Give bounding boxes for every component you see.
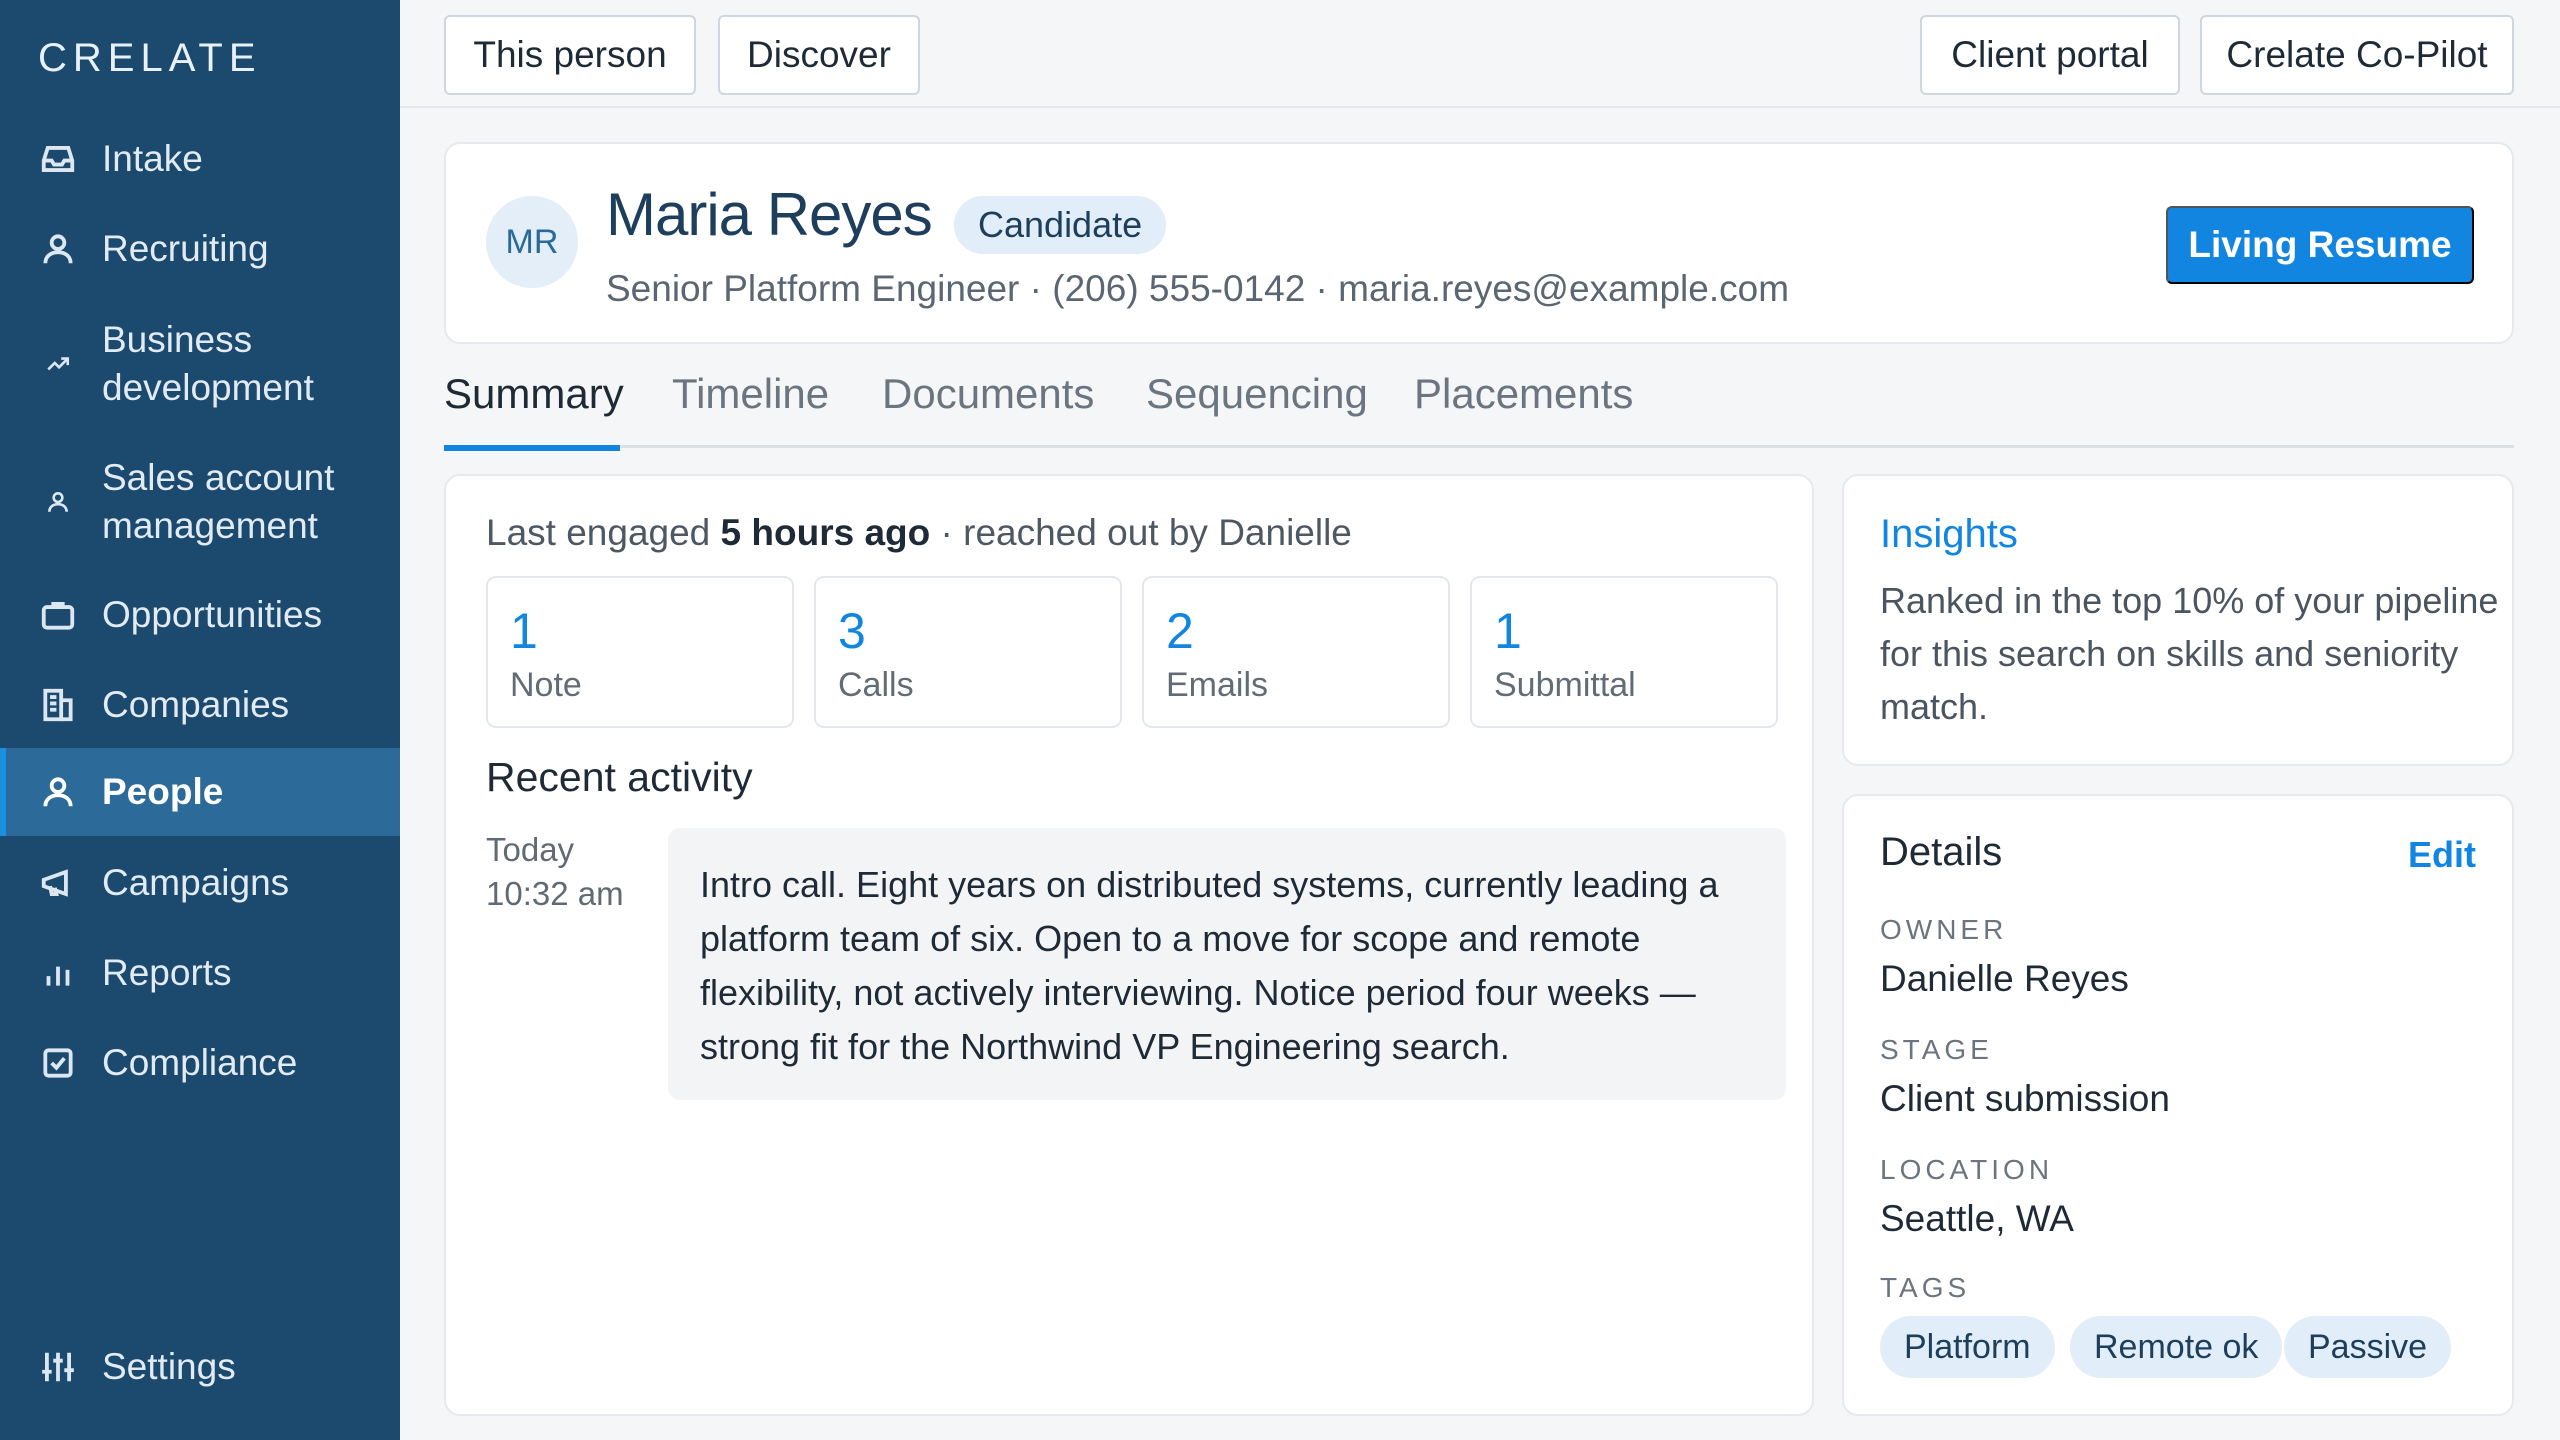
sidebar-item-label: Reports <box>102 952 232 993</box>
last-engaged-text: Last engaged 5 hours ago · reached out b… <box>486 512 1352 553</box>
inbox-icon <box>38 139 78 179</box>
sliders-icon <box>38 1347 78 1387</box>
tag-chip[interactable]: Passive <box>2284 1316 2452 1378</box>
tab-placements[interactable]: Placements <box>1414 370 1633 448</box>
sidebar-item-label: Business development <box>102 319 314 408</box>
discover-button[interactable]: Discover <box>718 15 920 95</box>
top-bar: This person Discover Client portal Crela… <box>400 0 2560 108</box>
sidebar-item-label: Sales account management <box>102 457 335 546</box>
profile-header-card: MR Maria Reyes Candidate Senior Platform… <box>444 142 2514 344</box>
tab-timeline[interactable]: Timeline <box>672 370 829 448</box>
sidebar-item-compliance[interactable]: Compliance <box>0 1036 400 1090</box>
stat-label: Submittal <box>1494 666 1636 704</box>
brand-logo[interactable]: CRELATE <box>38 36 262 81</box>
sidebar-item-label: Settings <box>102 1346 236 1387</box>
sidebar-item-people[interactable]: People <box>0 748 400 836</box>
activity-timestamp: Today 10:32 am <box>486 831 624 912</box>
person-icon <box>38 772 78 812</box>
sidebar-item-recruiting[interactable]: Recruiting <box>0 222 400 276</box>
sidebar-item-business-development[interactable]: Business development <box>0 314 400 414</box>
sidebar-item-label: People <box>102 771 224 812</box>
building-icon <box>38 685 78 725</box>
insights-text: Ranked in the top 10% of your pipeline f… <box>1880 580 2499 727</box>
tab-bar: Summary Timeline Documents Sequencing Pl… <box>444 370 2514 451</box>
sidebar: CRELATE Intake Recruiting Business develo… <box>0 0 400 1440</box>
stat-label: Calls <box>838 666 914 704</box>
user-icon <box>38 482 78 522</box>
stat-submittals[interactable]: 1 Submittal <box>1470 576 1778 728</box>
stat-value: 1 <box>510 603 538 659</box>
sidebar-item-reports[interactable]: Reports <box>0 946 400 1000</box>
sidebar-item-label: Opportunities <box>102 594 323 635</box>
sidebar-item-campaigns[interactable]: Campaigns <box>0 856 400 910</box>
copilot-button[interactable]: Crelate Co-Pilot <box>2200 15 2514 95</box>
this-person-button[interactable]: This person <box>444 15 696 95</box>
stat-notes[interactable]: 1 Note <box>486 576 794 728</box>
stat-label: Emails <box>1166 666 1269 704</box>
location-label: LOCATION <box>1880 1154 2054 1185</box>
sidebar-item-label: Recruiting <box>102 228 269 269</box>
tab-sequencing[interactable]: Sequencing <box>1146 370 1368 448</box>
insights-card: Insights Ranked in the top 10% of your p… <box>1842 474 2514 766</box>
stat-value: 1 <box>1494 603 1522 659</box>
checkbox-icon <box>38 1043 78 1083</box>
stat-value: 3 <box>838 603 866 659</box>
sidebar-item-label: Intake <box>102 138 203 179</box>
stat-label: Note <box>510 666 582 704</box>
status-badge: Candidate <box>954 196 1167 254</box>
tab-summary[interactable]: Summary <box>444 370 624 451</box>
tag-chip[interactable]: Platform <box>1880 1316 2055 1378</box>
user-icon <box>38 229 78 269</box>
tags-label: TAGS <box>1880 1272 1971 1303</box>
sidebar-item-label: Compliance <box>102 1042 298 1083</box>
sidebar-item-intake[interactable]: Intake <box>0 132 400 186</box>
stat-value: 2 <box>1166 603 1194 659</box>
stat-calls[interactable]: 3 Calls <box>814 576 1122 728</box>
location-value: Seattle, WA <box>1880 1198 2074 1239</box>
summary-card: Last engaged 5 hours ago · reached out b… <box>444 474 1814 1416</box>
stat-emails[interactable]: 2 Emails <box>1142 576 1450 728</box>
details-title: Details <box>1880 830 2003 874</box>
stage-value: Client submission <box>1880 1078 2170 1119</box>
person-subline: Senior Platform Engineer · (206) 555-014… <box>606 268 1790 309</box>
avatar: MR <box>486 196 578 288</box>
sidebar-item-settings[interactable]: Settings <box>0 1340 400 1394</box>
bar-chart-icon <box>38 953 78 993</box>
stage-label: STAGE <box>1880 1034 1993 1065</box>
sidebar-item-label: Companies <box>102 684 290 725</box>
insights-title: Insights <box>1880 512 2018 556</box>
activity-note[interactable]: Intro call. Eight years on distributed s… <box>668 828 1786 1100</box>
living-resume-button[interactable]: Living Resume <box>2166 206 2474 284</box>
megaphone-icon <box>38 863 78 903</box>
tab-documents[interactable]: Documents <box>882 370 1094 448</box>
sidebar-item-label: Campaigns <box>102 862 290 903</box>
trending-up-icon <box>38 344 78 384</box>
tag-chip[interactable]: Remote ok <box>2070 1316 2283 1378</box>
briefcase-icon <box>38 595 78 635</box>
details-card: Details Edit OWNER Danielle Reyes STAGE … <box>1842 794 2514 1416</box>
person-name: Maria Reyes <box>606 181 933 248</box>
recent-activity-title: Recent activity <box>486 754 753 800</box>
sidebar-item-sales-account-management[interactable]: Sales account management <box>0 452 400 552</box>
sidebar-item-opportunities[interactable]: Opportunities <box>0 588 400 642</box>
sidebar-item-companies[interactable]: Companies <box>0 678 400 732</box>
owner-label: OWNER <box>1880 914 2008 945</box>
owner-value: Danielle Reyes <box>1880 958 2129 999</box>
edit-details-link[interactable]: Edit <box>2408 834 2476 876</box>
client-portal-button[interactable]: Client portal <box>1920 15 2180 95</box>
